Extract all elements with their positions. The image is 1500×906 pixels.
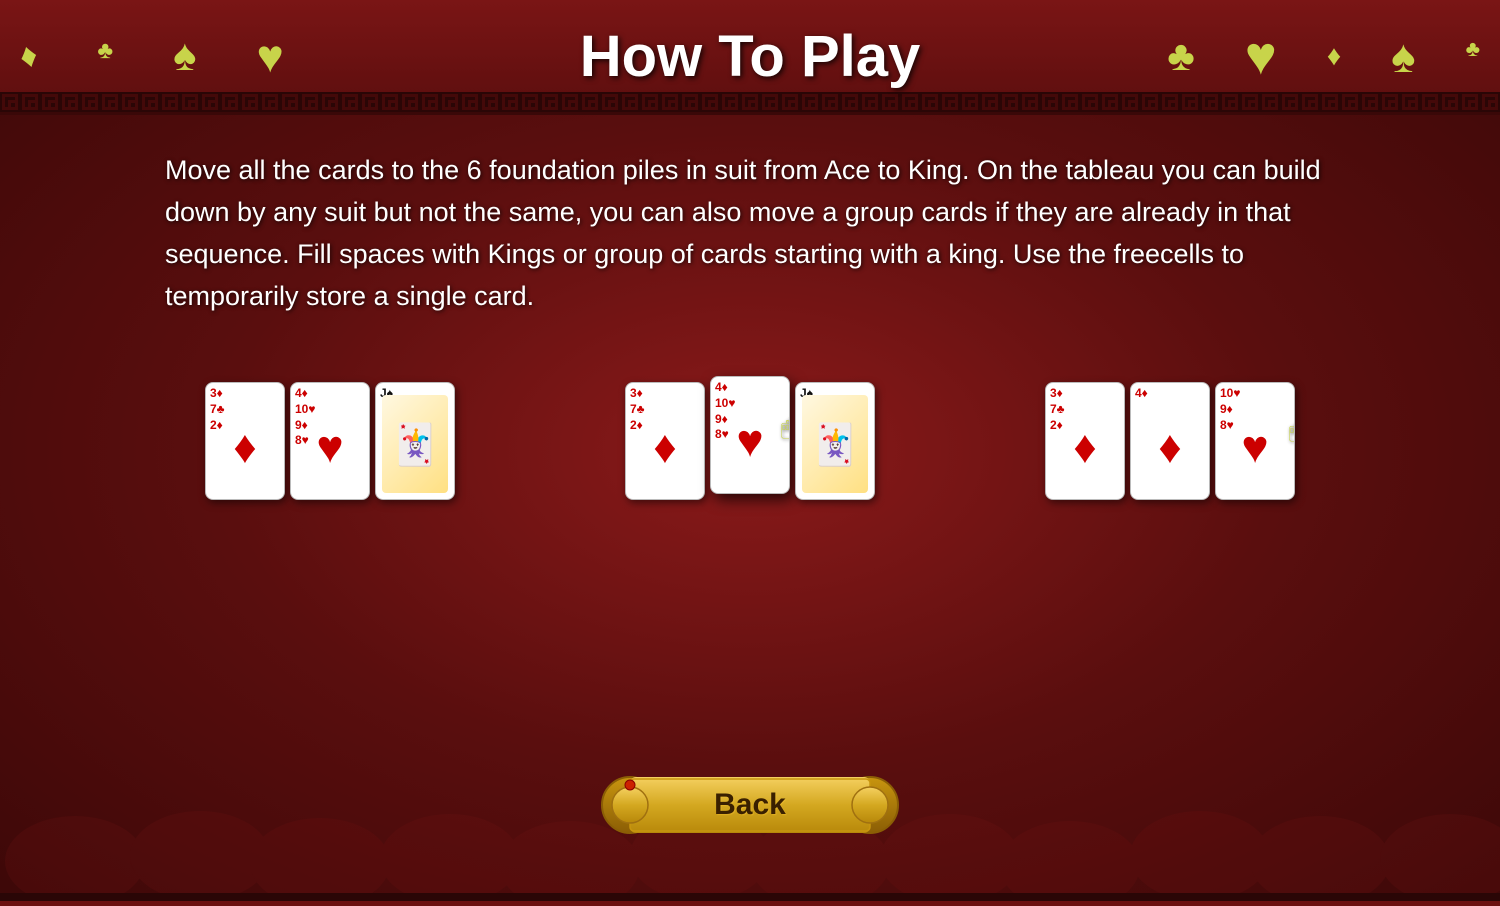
suit-icon-diamond-right: ♦ <box>1327 40 1341 72</box>
header-suits-left: ♦ ♣ ♠ ♥ <box>20 29 284 83</box>
cursor-arrow-group2: 🖱 <box>781 415 790 441</box>
back-button[interactable]: Back <box>600 769 900 841</box>
card-3-diamonds-2: 3♦7♣2♦ ♦ <box>625 382 705 500</box>
card-4-diamonds-3: 4♦ ♦ <box>1130 382 1210 500</box>
page-title: How To Play <box>580 23 921 90</box>
header-suits-right: ♣ ♥ ♦ ♠ ♣ <box>1167 25 1480 87</box>
cursor-arrow-group3: 🖱 <box>1289 418 1295 444</box>
suit-icon-heart-right: ♥ <box>1245 25 1277 87</box>
card-10-hearts-3: 10♥9♦8♥ ♥ 🖱 <box>1215 382 1295 500</box>
card-4-hearts-2: 4♦10♥9♦8♥ ♥ 🖱 <box>710 376 790 494</box>
suit-icon-club-right1: ♣ <box>1167 32 1195 80</box>
card-jack-2: J♠ 🃏 <box>795 382 875 500</box>
card-3-diamonds-1: 3♦7♣2♦ ♦ <box>205 382 285 500</box>
card-jack-1: J♠ 🃏 <box>375 382 455 500</box>
suit-icon-diamond-left: ♦ <box>15 35 42 77</box>
cards-demo: 3♦7♣2♦ ♦ 4♦10♥9♦8♥ ♥ J♠ 🃏 <box>165 372 1335 510</box>
card-group-2: 3♦7♣2♦ ♦ 4♦10♥9♦8♥ ♥ 🖱 J♠ 🃏 <box>625 382 875 500</box>
card-3-diamonds-3: 3♦7♣2♦ ♦ <box>1045 382 1125 500</box>
suit-icon-spade-left: ♠ <box>173 31 196 81</box>
card-group-3: 3♦7♣2♦ ♦ 4♦ ♦ 10♥9♦8♥ ♥ 🖱 <box>1045 382 1295 500</box>
card-group-1: 3♦7♣2♦ ♦ 4♦10♥9♦8♥ ♥ J♠ 🃏 <box>205 382 455 500</box>
suit-icon-heart-left: ♥ <box>256 29 283 83</box>
header: ♦ ♣ ♠ ♥ How To Play ♣ ♥ ♦ ♠ ♣ <box>0 0 1500 115</box>
suit-icon-spade-right: ♠ <box>1391 29 1415 83</box>
suit-icon-club-left: ♣ <box>97 37 113 65</box>
back-button-container: Back <box>600 769 900 841</box>
card-4-hearts-1: 4♦10♥9♦8♥ ♥ <box>290 382 370 500</box>
main-content: Move all the cards to the 6 foundation p… <box>0 115 1500 530</box>
instruction-text: Move all the cards to the 6 foundation p… <box>165 150 1325 317</box>
header-border <box>0 92 1500 112</box>
suit-icon-club-right2: ♣ <box>1466 36 1480 62</box>
bottom-border <box>0 893 1500 901</box>
back-button-label: Back <box>714 788 786 822</box>
